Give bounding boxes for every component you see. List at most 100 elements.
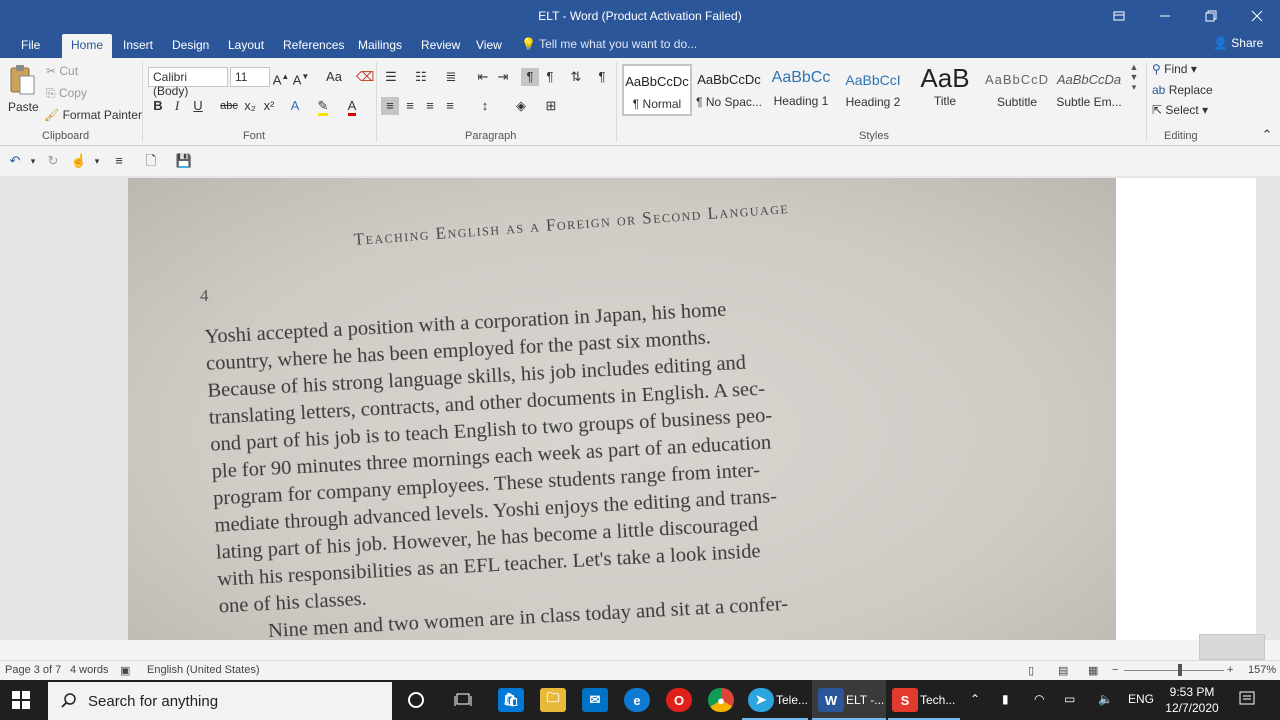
touch-mode-icon[interactable]: ☝ — [70, 152, 88, 170]
style-subtle-emphasis[interactable]: AaBbCcDa Subtle Em... — [1054, 64, 1124, 116]
style-normal[interactable]: AaBbCcDc ¶ Normal — [622, 64, 692, 116]
redo-icon[interactable]: ↻ — [44, 152, 62, 170]
share-button[interactable]: 👤 Share — [1213, 36, 1263, 50]
bold-button[interactable]: B — [149, 97, 167, 115]
style-heading-1[interactable]: AaBbCc Heading 1 — [766, 64, 836, 116]
superscript-button[interactable]: x² — [260, 97, 278, 115]
cortana-button[interactable] — [404, 680, 428, 720]
language-indicator[interactable]: English (United States) — [147, 664, 260, 676]
save-icon[interactable]: 💾 — [175, 152, 193, 170]
subscript-button[interactable]: x₂ — [241, 97, 259, 115]
align-center-icon[interactable]: ≡ — [401, 97, 419, 115]
bullets-icon[interactable]: ☰ — [382, 68, 400, 86]
volume-icon[interactable]: 🔈 — [1098, 692, 1113, 706]
web-layout-icon[interactable]: ▦ — [1088, 664, 1098, 677]
zoom-slider[interactable] — [1124, 670, 1224, 671]
word-count[interactable]: 4 words — [70, 664, 109, 676]
store-icon[interactable]: 🛍 — [498, 688, 524, 712]
style-subtitle[interactable]: AaBbCcD Subtitle — [982, 64, 1052, 116]
battery-device-icon[interactable]: ▮ — [1002, 692, 1009, 706]
highlight-icon[interactable]: ✎ — [314, 97, 332, 116]
format-painter-button[interactable]: 🖌 Format Painter — [44, 108, 142, 122]
collapse-ribbon-icon[interactable]: ⌃ — [1258, 126, 1276, 144]
zoom-level[interactable]: 157% — [1248, 664, 1276, 676]
decrease-indent-icon[interactable]: ⇤ — [474, 68, 492, 86]
align-icon[interactable]: ≡ — [110, 152, 128, 170]
line-spacing-icon[interactable]: ↕ — [476, 97, 494, 115]
read-mode-icon[interactable]: ▯ — [1028, 664, 1034, 677]
wifi-icon[interactable]: ◠ — [1034, 692, 1044, 706]
increase-indent-icon[interactable]: ⇥ — [494, 68, 512, 86]
new-document-icon[interactable]: 🗋 — [142, 152, 160, 170]
justify-icon[interactable]: ≡ — [441, 97, 459, 115]
cut-button[interactable]: ✂ Cut — [46, 64, 78, 78]
minimize-button[interactable] — [1142, 0, 1188, 32]
underline-button[interactable]: U — [189, 97, 207, 115]
style-no-spacing[interactable]: AaBbCcDc ¶ No Spac... — [694, 64, 764, 116]
taskbar-search-box[interactable]: Search for anything — [48, 682, 392, 720]
change-case-button[interactable]: Aa — [320, 68, 348, 86]
multilevel-list-icon[interactable]: ≣ — [442, 68, 460, 86]
undo-dropdown-icon[interactable]: ▾ — [24, 152, 42, 170]
restore-button[interactable] — [1188, 0, 1234, 32]
align-right-icon[interactable]: ≡ — [421, 97, 439, 115]
font-size-dropdown[interactable]: 11 — [230, 67, 270, 87]
chevron-up-icon[interactable]: ⌃ — [970, 692, 980, 706]
mail-icon[interactable]: ✉ — [582, 688, 608, 712]
paste-button[interactable]: Paste — [6, 62, 39, 124]
print-layout-icon[interactable]: ▤ — [1058, 664, 1068, 677]
tab-references[interactable]: References — [283, 34, 344, 58]
shrink-font-button[interactable]: A▼ — [292, 68, 310, 87]
tab-layout[interactable]: Layout — [228, 34, 264, 58]
align-left-icon[interactable]: ≡ — [381, 97, 399, 115]
opera-icon[interactable]: O — [666, 688, 692, 712]
file-explorer-icon[interactable]: 🗀 — [540, 688, 566, 712]
rtl-icon[interactable]: ¶ — [541, 68, 559, 86]
find-button[interactable]: ⚲ Find ▾ — [1152, 62, 1197, 76]
power-icon[interactable]: ▭ — [1064, 692, 1075, 706]
proofing-icon[interactable]: ▣ — [120, 664, 130, 677]
taskbar-app-word[interactable]: W ELT -... — [812, 680, 886, 720]
vertical-scrollbar[interactable] — [1256, 176, 1280, 640]
shading-icon[interactable]: ◈ — [512, 97, 530, 115]
tell-me-box[interactable]: 💡 Tell me what you want to do... — [521, 37, 697, 51]
copy-button[interactable]: ⎘ Copy — [46, 86, 87, 101]
ribbon-display-options-button[interactable] — [1096, 0, 1142, 32]
style-heading-2[interactable]: AaBbCcI Heading 2 — [838, 64, 908, 116]
taskbar-app-slides[interactable]: S Tech... — [888, 680, 960, 720]
tab-insert[interactable]: Insert — [123, 34, 153, 58]
borders-icon[interactable]: ⊞ — [542, 97, 560, 115]
numbering-icon[interactable]: ☷ — [412, 68, 430, 86]
tab-review[interactable]: Review — [421, 34, 460, 58]
undo-icon[interactable]: ↶ — [6, 152, 24, 170]
italic-button[interactable]: I — [168, 97, 186, 115]
close-button[interactable] — [1234, 0, 1280, 32]
strikethrough-button[interactable]: abc — [218, 97, 240, 115]
tab-mailings[interactable]: Mailings — [358, 34, 402, 58]
grow-font-button[interactable]: A▲ — [272, 68, 290, 87]
style-title[interactable]: AaB Title — [910, 64, 980, 116]
zoom-slider-thumb[interactable] — [1178, 664, 1182, 676]
edge-icon[interactable]: e — [624, 688, 650, 712]
windows-start-button[interactable] — [12, 691, 30, 712]
zoom-out-button[interactable]: − — [1112, 664, 1118, 676]
clock[interactable]: 9:53 PM 12/7/2020 — [1162, 684, 1222, 716]
language-indicator[interactable]: ENG — [1128, 692, 1154, 706]
tab-design[interactable]: Design — [172, 34, 209, 58]
styles-scroll[interactable]: ▲ ▼ ▾ — [1128, 62, 1140, 122]
task-view-button[interactable] — [450, 680, 476, 720]
replace-button[interactable]: ab Replace — [1152, 83, 1213, 97]
clear-formatting-icon[interactable]: ⌫ — [356, 68, 374, 86]
taskbar-app-telegram[interactable]: ➤ Tele... — [742, 680, 808, 720]
tab-file[interactable]: File — [21, 34, 40, 58]
action-center-button[interactable] — [1238, 690, 1256, 711]
font-name-dropdown[interactable]: Calibri (Body) — [148, 67, 228, 98]
chrome-icon[interactable]: ● — [708, 688, 734, 712]
sort-icon[interactable]: ⇅ — [567, 68, 585, 86]
document-page[interactable]: Teaching English as a Foreign or Second … — [128, 178, 1116, 640]
ltr-icon[interactable]: ¶ — [521, 68, 539, 86]
show-formatting-icon[interactable]: ¶ — [593, 68, 611, 86]
page-counter[interactable]: Page 3 of 7 — [5, 664, 61, 676]
tab-home[interactable]: Home — [62, 34, 113, 58]
tab-view[interactable]: View — [476, 34, 502, 58]
